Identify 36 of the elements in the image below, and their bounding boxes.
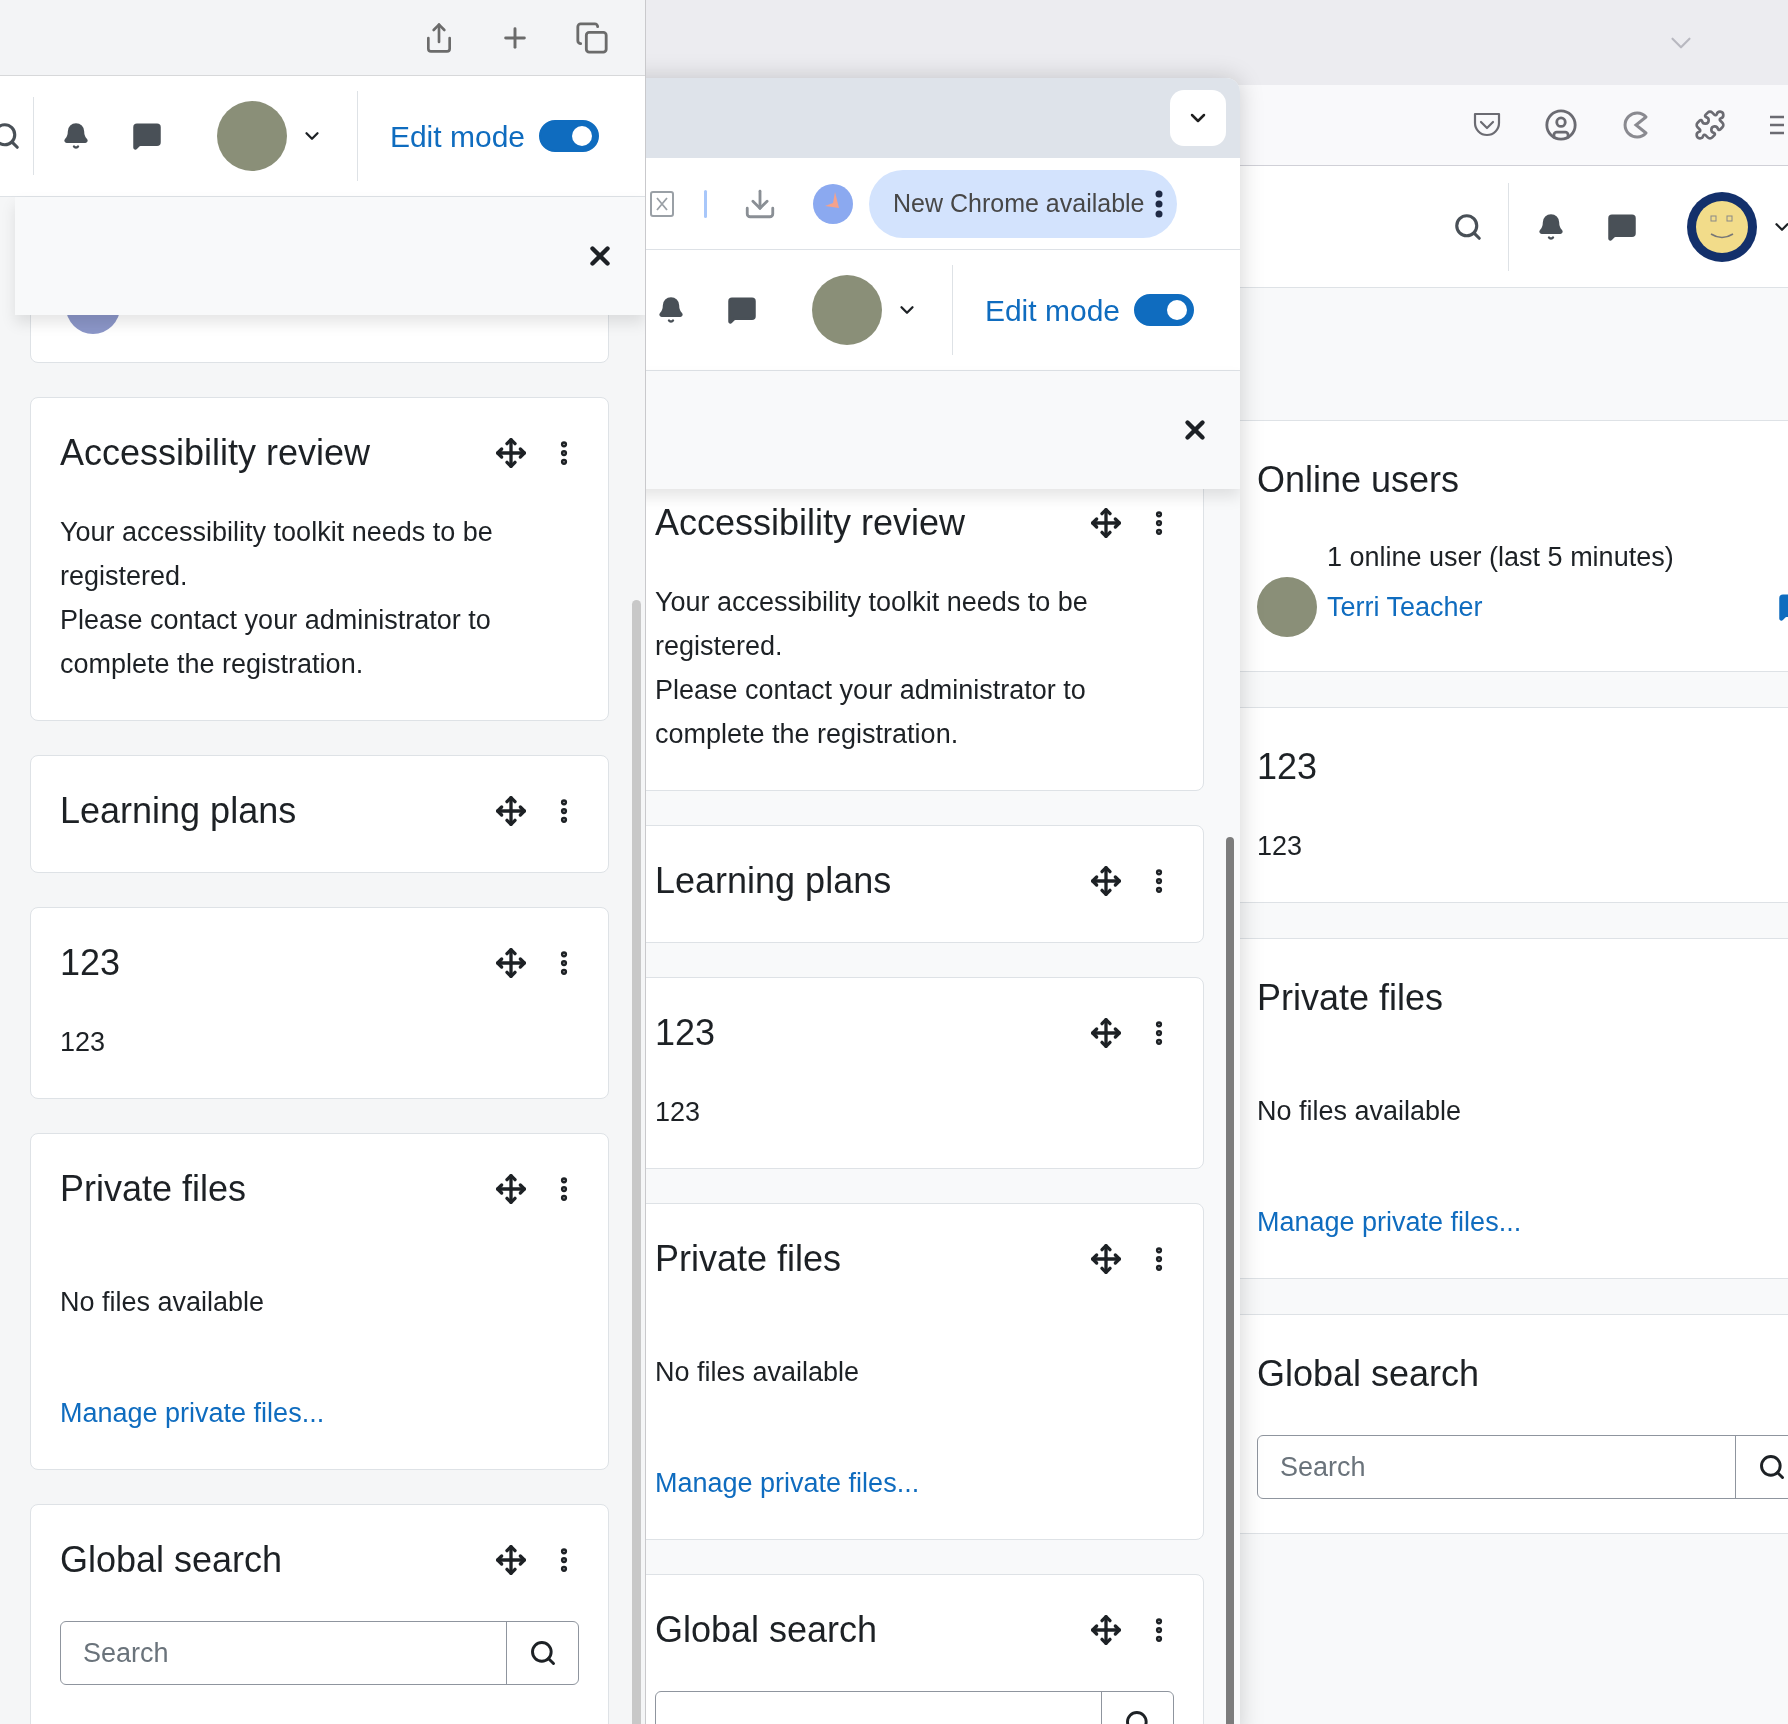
block-text: No files available xyxy=(655,1356,861,1389)
block-title: 123 xyxy=(1257,745,1318,789)
manage-files-link[interactable]: Manage private files... xyxy=(1257,1200,1522,1244)
search-placeholder: Search xyxy=(1280,1450,1366,1484)
block-title: 123 xyxy=(60,941,121,985)
block-title: Online users xyxy=(1257,458,1460,502)
block-title: Global search xyxy=(60,1538,283,1582)
search-placeholder: Search xyxy=(83,1636,169,1670)
block-title: Global search xyxy=(655,1608,878,1652)
edit-mode-label: Edit mode xyxy=(984,292,1120,329)
block-title: Learning plans xyxy=(60,789,297,833)
block-title: Accessibility review xyxy=(60,431,371,475)
block-text: Your accessibility toolkit needs to be registered. xyxy=(655,586,1089,663)
manage-files-link[interactable]: Manage private files... xyxy=(60,1391,325,1435)
block-title: 123 xyxy=(655,1011,716,1055)
block-title: Private files xyxy=(60,1167,247,1211)
search-field[interactable]: Search xyxy=(60,1621,579,1685)
block-title: Global search xyxy=(1257,1352,1480,1396)
user-link[interactable]: Terri Teacher xyxy=(1327,586,1483,628)
block-text: No files available xyxy=(60,1286,266,1319)
block-text: 123 xyxy=(655,1096,702,1129)
update-chrome-button[interactable]: New Chrome available xyxy=(869,169,1177,238)
block-title: Private files xyxy=(655,1237,842,1281)
online-summary: 1 online user (last 5 minutes) xyxy=(1326,541,1675,574)
block-title: Learning plans xyxy=(655,859,892,903)
manage-files-link[interactable]: Manage private files... xyxy=(655,1461,920,1505)
block-title: Accessibility review xyxy=(655,501,966,545)
block-title: Private files xyxy=(1257,976,1444,1020)
block-text: No files available xyxy=(1257,1095,1463,1128)
block-text: 123 xyxy=(1257,830,1304,863)
search-field[interactable]: Search xyxy=(1257,1435,1788,1499)
block-text: 123 xyxy=(60,1026,107,1059)
block-text: Your accessibility toolkit needs to be registered. xyxy=(60,516,494,593)
edit-mode-label: Edit mode xyxy=(389,118,525,155)
block-text: Please contact your administrator to complete the registration. xyxy=(60,604,492,681)
block-text: Please contact your administrator to complete the registration. xyxy=(655,674,1087,751)
